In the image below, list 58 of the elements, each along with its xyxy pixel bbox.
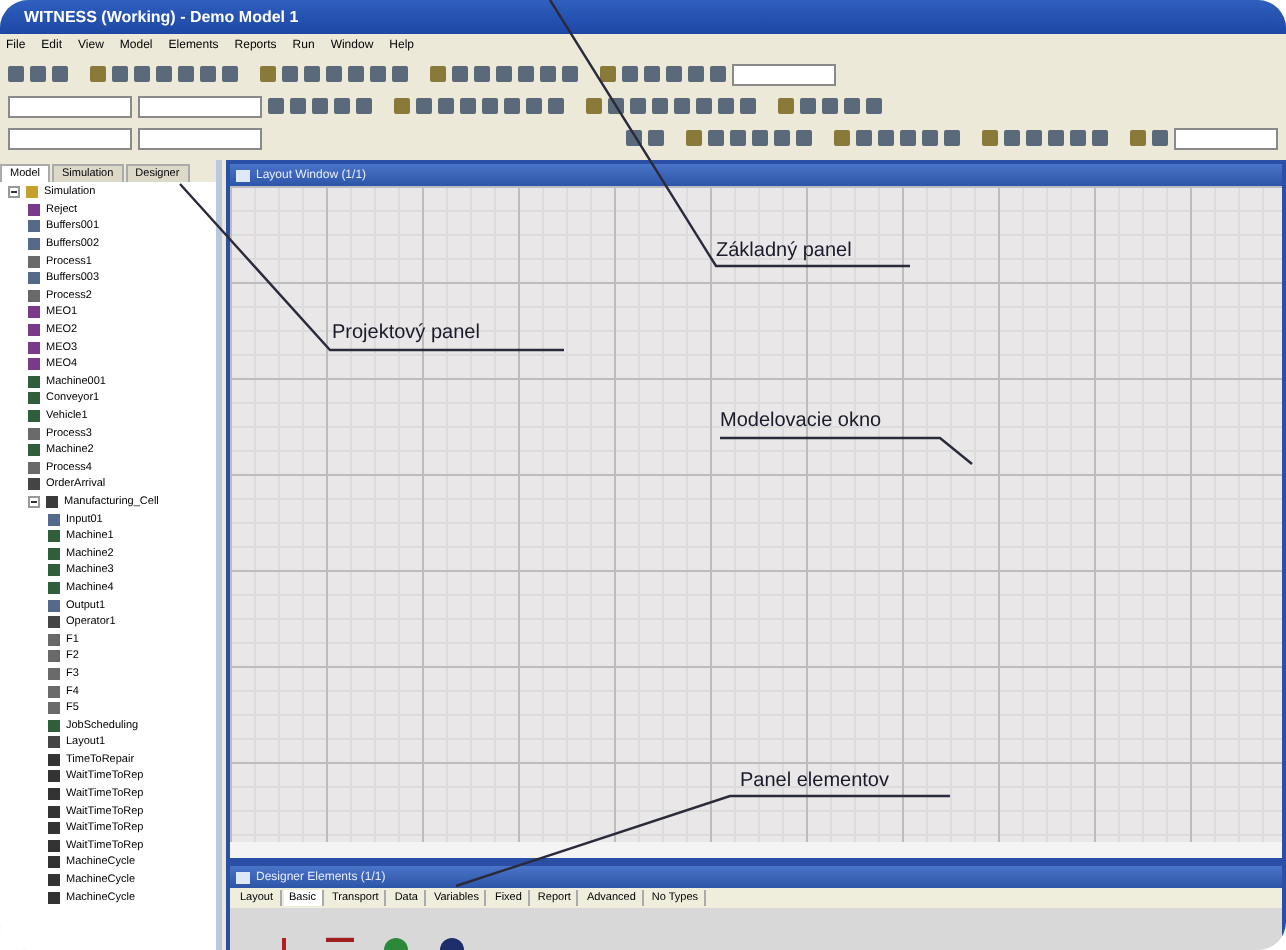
dropdown[interactable] xyxy=(8,95,132,117)
input-field[interactable] xyxy=(8,127,132,149)
tree-node-icon xyxy=(48,633,60,646)
tree-node-icon xyxy=(48,530,60,543)
tree-node-icon xyxy=(48,736,60,749)
dropdown[interactable] xyxy=(138,95,262,117)
dropdown[interactable] xyxy=(1174,127,1278,149)
tree-node-icon xyxy=(48,805,60,818)
tree-node-icon xyxy=(48,822,60,835)
tree-node-icon xyxy=(28,324,40,337)
tree-node-icon xyxy=(28,461,40,474)
tree-node-icon xyxy=(28,478,40,491)
tree-node-icon xyxy=(48,564,60,577)
callout-label: Projektový panel xyxy=(332,322,480,344)
window-icon xyxy=(236,871,250,883)
tree-node-icon xyxy=(26,186,38,199)
dropdown[interactable] xyxy=(732,63,836,85)
tree-node-icon xyxy=(28,272,40,285)
tree-node-icon xyxy=(28,220,40,233)
tree-node-icon xyxy=(48,685,60,698)
tree-node-icon xyxy=(48,856,60,869)
tree-node-icon xyxy=(28,238,40,251)
collapse-icon[interactable] xyxy=(8,186,20,199)
tree-node-icon xyxy=(28,444,40,457)
tree-node-icon xyxy=(28,203,40,216)
tree-node-icon xyxy=(48,599,60,612)
tree-node-icon xyxy=(48,513,60,526)
tree-node-icon xyxy=(48,788,60,801)
tree-node-icon xyxy=(48,650,60,663)
tree-node-icon xyxy=(28,341,40,354)
tree-node-icon xyxy=(48,839,60,852)
tree-node-icon xyxy=(48,891,60,904)
collapse-icon[interactable] xyxy=(28,495,40,508)
input-field[interactable] xyxy=(138,127,262,149)
callout-label: Modelovacie okno xyxy=(720,410,882,432)
tree-node-icon xyxy=(48,702,60,715)
tree-node-icon xyxy=(28,358,40,371)
tree-node-icon xyxy=(48,667,60,680)
tree-node-icon xyxy=(48,753,60,766)
tree-node-icon xyxy=(28,289,40,302)
tree-node-icon xyxy=(48,547,60,560)
tree-node-icon xyxy=(28,375,40,388)
tree-node-icon xyxy=(28,427,40,440)
window-title: WITNESS (Working) - Demo Model 1 xyxy=(24,8,299,26)
callout-label: Panel elementov xyxy=(740,770,889,792)
callout-label: Základný panel xyxy=(716,240,852,262)
tree-node-icon xyxy=(48,616,60,629)
tree-node-icon xyxy=(46,495,58,508)
tree-node-icon xyxy=(28,255,40,268)
tree-node-icon xyxy=(28,410,40,423)
tree-node-icon xyxy=(28,306,40,319)
element-icon[interactable] xyxy=(438,934,466,950)
tree-node-icon xyxy=(48,770,60,783)
tree-node-icon xyxy=(48,719,60,732)
tree-node-icon xyxy=(48,874,60,887)
window-icon xyxy=(236,169,250,181)
tree-node-icon xyxy=(28,392,40,405)
tree-node-icon xyxy=(48,581,60,594)
